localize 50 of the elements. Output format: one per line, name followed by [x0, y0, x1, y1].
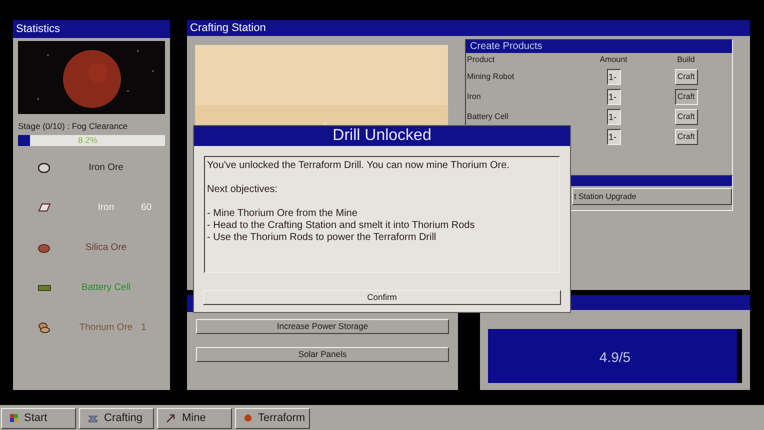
upgrade-button[interactable]: Solar Panels — [196, 347, 449, 362]
taskbar-button[interactable]: Terraform — [235, 408, 310, 428]
taskbar-button[interactable]: Crafting — [79, 408, 154, 428]
product-name: Battery Cell — [467, 112, 508, 121]
resource-name: Silica Ore — [84, 240, 128, 255]
progress-reading: 8.2% — [78, 134, 98, 146]
column-header: Amount — [598, 54, 628, 66]
dialog-message: You've unlocked the Terraform Drill. You can now mine Thorium Ore. — [207, 160, 510, 172]
dialog-subheading: Next objectives: — [207, 184, 279, 196]
ore-pile-icon — [38, 322, 50, 334]
confirm-button[interactable]: Confirm — [203, 290, 561, 305]
resource-count: 1 — [141, 320, 146, 335]
pickaxe-icon — [166, 414, 176, 422]
group-title: Create Products — [466, 40, 732, 53]
ore-icon — [38, 242, 50, 253]
start-icon — [10, 414, 18, 422]
objective-item: - Use the Thorium Rods to power the Terraform Drill — [207, 232, 438, 244]
panel-title: Statistics — [13, 20, 170, 38]
craft-button[interactable]: Craft — [674, 109, 698, 125]
amount-field[interactable]: 1- — [606, 129, 620, 145]
taskbar-button[interactable]: Start — [1, 408, 76, 428]
craft-button[interactable]: Craft — [674, 89, 698, 105]
battery-icon — [38, 284, 50, 291]
craft-button[interactable]: Craft — [674, 69, 698, 85]
energy-reading: 4.9/5 — [598, 348, 632, 367]
panel-title: Crafting Station — [187, 20, 750, 36]
resource-count: 60 — [141, 200, 152, 215]
product-name: Mining Robot — [467, 72, 514, 81]
amount-field[interactable]: 1- — [606, 89, 620, 105]
product-name: Iron — [467, 92, 481, 101]
ingot-icon — [38, 203, 50, 212]
rock-icon — [38, 162, 50, 173]
column-header: Build — [676, 54, 696, 66]
resource-name: Thorium Ore — [78, 320, 134, 335]
amount-field[interactable]: 1- — [606, 109, 620, 125]
upgrade-button[interactable]: Increase Power Storage — [196, 319, 449, 334]
upgrade-button[interactable]: t Station Upgrade — [572, 188, 732, 205]
craft-button[interactable]: Craft — [674, 129, 698, 145]
taskbar-button[interactable]: Mine — [157, 408, 232, 428]
stage-label: Stage (0/10) : Fog Clearance — [17, 120, 129, 133]
resource-name: Battery Cell — [80, 280, 132, 295]
dialog-title: Drill Unlocked — [194, 126, 570, 146]
objective-item: - Mine Thorium Ore from the Mine — [207, 208, 358, 220]
objective-item: - Head to the Crafting Station and smelt it into Thorium Rods — [207, 220, 476, 232]
resource-name: Iron Ore — [88, 160, 124, 175]
resource-name: Iron — [96, 200, 116, 215]
anvil-icon — [88, 414, 98, 422]
column-header: Product — [466, 54, 496, 66]
planet-icon — [244, 414, 252, 422]
amount-field[interactable]: 1- — [606, 69, 620, 85]
